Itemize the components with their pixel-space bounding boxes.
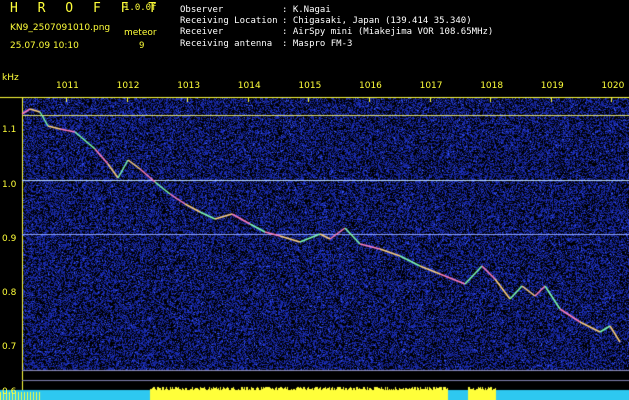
y-tick-label: 0.7 <box>2 342 17 352</box>
datetime-label: 25.07.09 10:10 <box>10 41 79 51</box>
filename-label: KN9_2507091010.png <box>10 23 111 33</box>
meteor-label: meteor <box>124 28 157 38</box>
x-tick-label: 1020 <box>601 81 625 91</box>
x-tick-label: 1018 <box>480 81 504 91</box>
y-tick-label: 0.9 <box>2 234 17 244</box>
version-label: 1.0.0f <box>124 3 157 13</box>
antenna-value: : Maspro FM-3 <box>282 39 353 49</box>
x-tick-label: 1012 <box>116 81 140 91</box>
x-tick-label: 1016 <box>359 81 382 91</box>
y-tick-label: 0.8 <box>2 288 17 298</box>
location-label: Receiving Location <box>180 16 278 26</box>
x-tick-label: 1019 <box>540 81 564 91</box>
receiver-value: : AirSpy mini (Miakejima VOR 108.65MHz) <box>282 27 494 37</box>
x-tick-label: 1017 <box>419 81 443 91</box>
x-tick-label: 1013 <box>177 81 201 91</box>
y-tick-label: 1.0 <box>2 180 17 190</box>
spectrogram-canvas <box>0 74 629 400</box>
location-value: : Chigasaki, Japan (139.414 35.340) <box>282 16 472 26</box>
x-tick-label: 1015 <box>298 81 322 91</box>
observer-label: Observer <box>180 5 224 15</box>
meteor-count: 9 <box>139 41 145 51</box>
observer-value: : K.Nagai <box>282 5 331 15</box>
y-tick-label: 1.1 <box>2 125 17 135</box>
y-tick-label: 0.6 <box>2 387 17 397</box>
receiver-label: Receiver <box>180 27 224 37</box>
antenna-label: Receiving antenna <box>180 39 273 49</box>
header-panel: H R O F F T 1.0.0f KN9_2507091010.png me… <box>0 0 629 74</box>
y-axis-unit: kHz <box>2 73 19 83</box>
x-tick-label: 1011 <box>56 81 79 91</box>
x-tick-label: 1014 <box>237 81 261 91</box>
